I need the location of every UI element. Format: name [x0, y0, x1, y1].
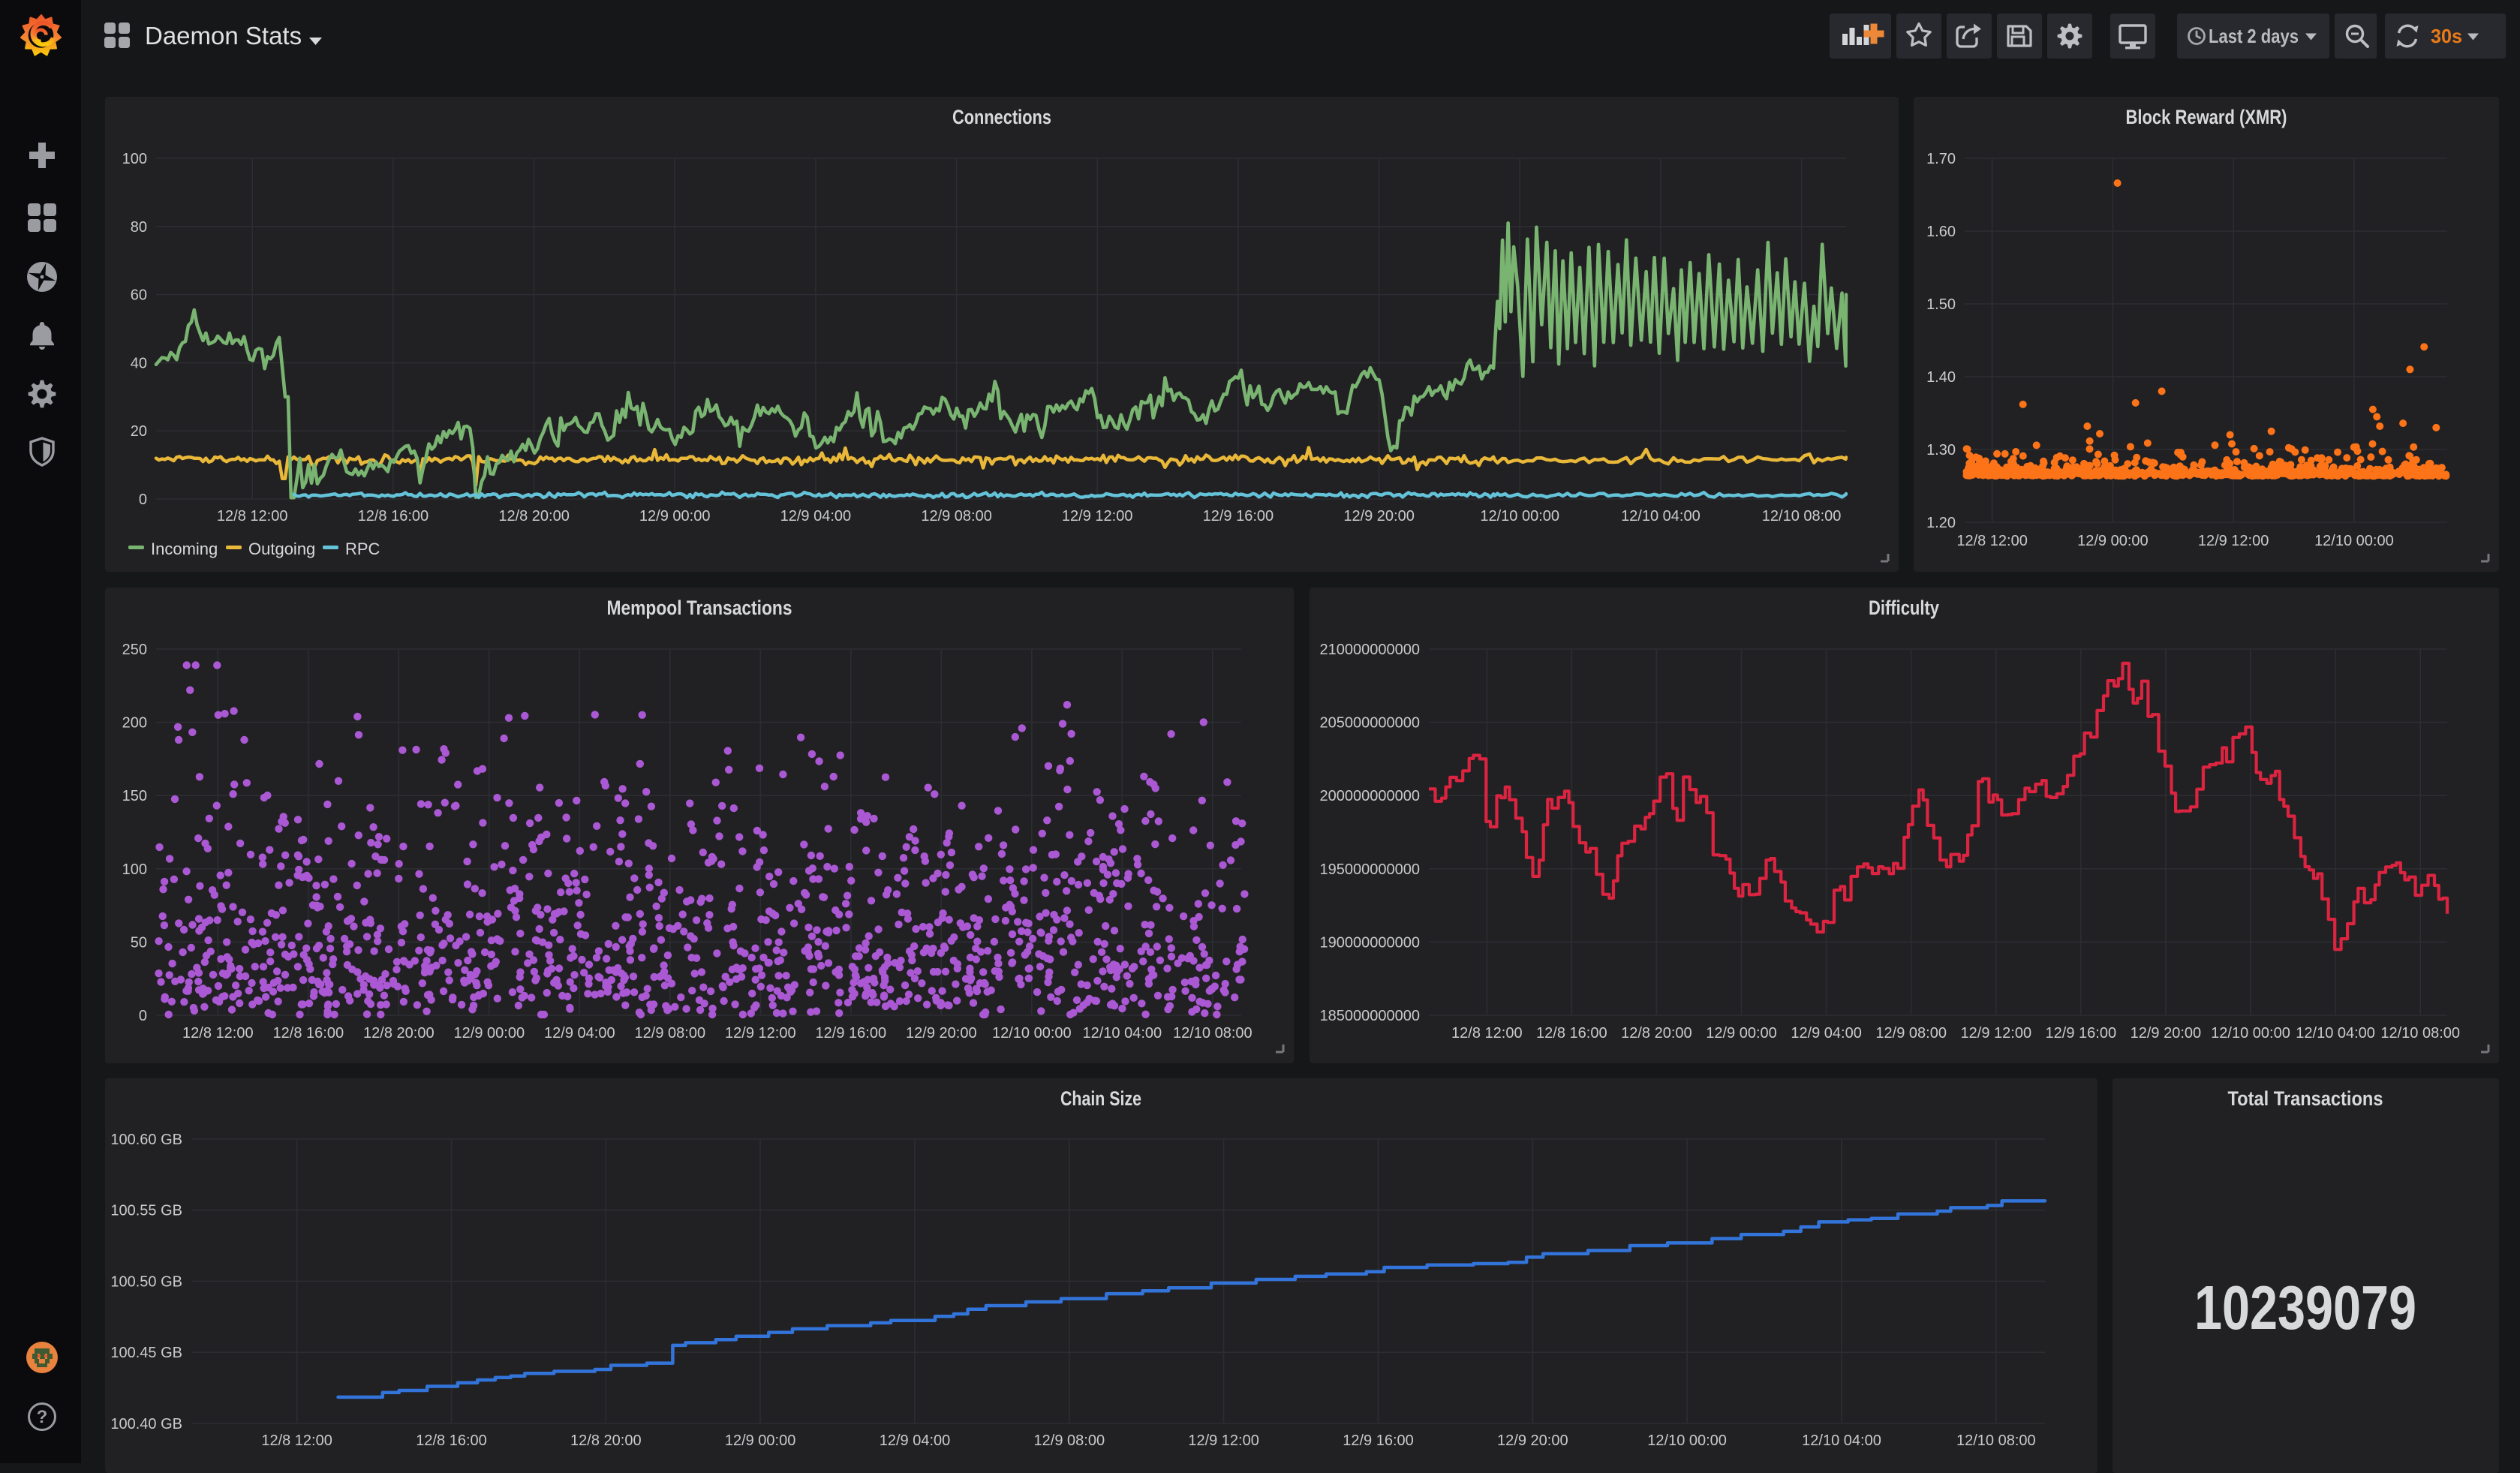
svg-text:150: 150 [122, 788, 147, 804]
svg-text:12/10 04:00: 12/10 04:00 [2296, 1025, 2375, 1042]
svg-text:185000000000: 185000000000 [1320, 1008, 1420, 1024]
svg-text:12/9 12:00: 12/9 12:00 [725, 1025, 796, 1042]
svg-text:12/9 08:00: 12/9 08:00 [921, 508, 992, 525]
svg-text:12/9 12:00: 12/9 12:00 [2198, 533, 2269, 549]
svg-text:100: 100 [122, 151, 147, 167]
svg-text:12/10 08:00: 12/10 08:00 [2380, 1025, 2460, 1042]
svg-text:12/10 00:00: 12/10 00:00 [1480, 508, 1559, 525]
svg-text:12/10 00:00: 12/10 00:00 [1647, 1432, 1727, 1449]
svg-text:12/8 20:00: 12/8 20:00 [363, 1025, 435, 1042]
svg-text:12/9 12:00: 12/9 12:00 [1961, 1025, 2032, 1042]
svg-text:1.30: 1.30 [1926, 442, 1956, 458]
svg-text:12/10 00:00: 12/10 00:00 [992, 1025, 1072, 1042]
svg-text:12/9 08:00: 12/9 08:00 [1875, 1025, 1947, 1042]
svg-text:12/8 12:00: 12/8 12:00 [261, 1432, 332, 1449]
svg-text:1.20: 1.20 [1926, 515, 1956, 531]
svg-text:?: ? [37, 1407, 48, 1427]
svg-text:60: 60 [131, 287, 147, 304]
svg-text:100.50 GB: 100.50 GB [110, 1274, 182, 1291]
svg-text:12/9 04:00: 12/9 04:00 [780, 508, 852, 525]
svg-text:12/8 20:00: 12/8 20:00 [498, 508, 570, 525]
svg-text:12/9 12:00: 12/9 12:00 [1062, 508, 1133, 525]
svg-text:12/9 20:00: 12/9 20:00 [1343, 508, 1415, 525]
svg-text:Total Transactions: Total Transactions [2228, 1087, 2383, 1110]
svg-text:12/10 08:00: 12/10 08:00 [1173, 1025, 1252, 1042]
svg-text:12/10 04:00: 12/10 04:00 [1082, 1025, 1162, 1042]
svg-text:12/9 04:00: 12/9 04:00 [880, 1432, 951, 1449]
svg-text:RPC: RPC [345, 540, 380, 558]
svg-text:12/8 12:00: 12/8 12:00 [217, 508, 288, 525]
svg-text:1.60: 1.60 [1926, 224, 1956, 240]
svg-text:12/8 20:00: 12/8 20:00 [1621, 1025, 1692, 1042]
svg-text:205000000000: 205000000000 [1320, 715, 1420, 732]
svg-text:12/10 00:00: 12/10 00:00 [2211, 1025, 2290, 1042]
svg-text:210000000000: 210000000000 [1320, 642, 1420, 658]
svg-text:50: 50 [131, 934, 147, 951]
svg-text:12/9 20:00: 12/9 20:00 [1497, 1432, 1568, 1449]
svg-text:Incoming: Incoming [151, 540, 218, 558]
svg-text:10239079: 10239079 [2194, 1273, 2416, 1342]
svg-text:12/9 20:00: 12/9 20:00 [2131, 1025, 2202, 1042]
svg-text:12/10 00:00: 12/10 00:00 [2314, 533, 2394, 549]
svg-text:100.40 GB: 100.40 GB [110, 1416, 182, 1432]
svg-text:12/9 16:00: 12/9 16:00 [1343, 1432, 1414, 1449]
svg-text:100.55 GB: 100.55 GB [110, 1203, 182, 1219]
svg-text:Mempool Transactions: Mempool Transactions [607, 597, 792, 619]
svg-text:190000000000: 190000000000 [1320, 934, 1420, 951]
svg-text:12/8 20:00: 12/8 20:00 [570, 1432, 642, 1449]
svg-text:30s: 30s [2431, 25, 2462, 47]
svg-text:12/9 04:00: 12/9 04:00 [544, 1025, 615, 1042]
svg-text:12/9 04:00: 12/9 04:00 [1791, 1025, 1862, 1042]
svg-text:12/8 16:00: 12/8 16:00 [358, 508, 429, 525]
svg-text:20: 20 [131, 423, 147, 440]
svg-text:12/10 04:00: 12/10 04:00 [1621, 508, 1701, 525]
svg-text:12/9 00:00: 12/9 00:00 [639, 508, 711, 525]
svg-text:Chain Size: Chain Size [1060, 1087, 1141, 1110]
svg-text:195000000000: 195000000000 [1320, 861, 1420, 878]
svg-text:12/9 00:00: 12/9 00:00 [2077, 533, 2149, 549]
svg-text:0: 0 [139, 492, 147, 508]
svg-text:12/9 12:00: 12/9 12:00 [1188, 1432, 1259, 1449]
svg-text:12/8 12:00: 12/8 12:00 [1956, 533, 2028, 549]
svg-text:100.60 GB: 100.60 GB [110, 1132, 182, 1148]
svg-text:Block Reward (XMR): Block Reward (XMR) [2126, 106, 2287, 128]
svg-text:100.45 GB: 100.45 GB [110, 1345, 182, 1361]
svg-text:12/8 16:00: 12/8 16:00 [273, 1025, 344, 1042]
svg-text:1.40: 1.40 [1926, 369, 1956, 386]
svg-text:12/9 08:00: 12/9 08:00 [1034, 1432, 1105, 1449]
svg-text:12/10 04:00: 12/10 04:00 [1802, 1432, 1881, 1449]
svg-text:Connections: Connections [952, 106, 1051, 128]
svg-text:40: 40 [131, 355, 147, 371]
svg-text:0: 0 [139, 1008, 147, 1024]
svg-text:Last 2 days: Last 2 days [2209, 25, 2299, 47]
svg-text:12/9 08:00: 12/9 08:00 [635, 1025, 706, 1042]
svg-text:12/10 08:00: 12/10 08:00 [1762, 508, 1842, 525]
svg-text:200: 200 [122, 715, 147, 732]
svg-text:80: 80 [131, 219, 147, 236]
svg-text:250: 250 [122, 642, 147, 658]
svg-text:12/8 16:00: 12/8 16:00 [1536, 1025, 1607, 1042]
svg-text:12/9 16:00: 12/9 16:00 [816, 1025, 887, 1042]
svg-text:12/9 00:00: 12/9 00:00 [454, 1025, 525, 1042]
svg-text:12/9 16:00: 12/9 16:00 [1203, 508, 1274, 525]
svg-text:12/9 16:00: 12/9 16:00 [2046, 1025, 2117, 1042]
svg-text:12/8 12:00: 12/8 12:00 [1451, 1025, 1523, 1042]
svg-text:12/8 16:00: 12/8 16:00 [416, 1432, 487, 1449]
svg-text:1.50: 1.50 [1926, 296, 1956, 313]
svg-text:12/9 20:00: 12/9 20:00 [906, 1025, 977, 1042]
svg-text:Difficulty: Difficulty [1869, 597, 1939, 619]
svg-text:12/8 12:00: 12/8 12:00 [182, 1025, 254, 1042]
svg-text:12/9 00:00: 12/9 00:00 [725, 1432, 796, 1449]
svg-text:1.70: 1.70 [1926, 151, 1956, 167]
svg-text:Outgoing: Outgoing [248, 540, 315, 558]
svg-text:12/9 00:00: 12/9 00:00 [1706, 1025, 1777, 1042]
svg-text:200000000000: 200000000000 [1320, 788, 1420, 804]
svg-text:100: 100 [122, 861, 147, 878]
svg-text:12/10 08:00: 12/10 08:00 [1956, 1432, 2036, 1449]
